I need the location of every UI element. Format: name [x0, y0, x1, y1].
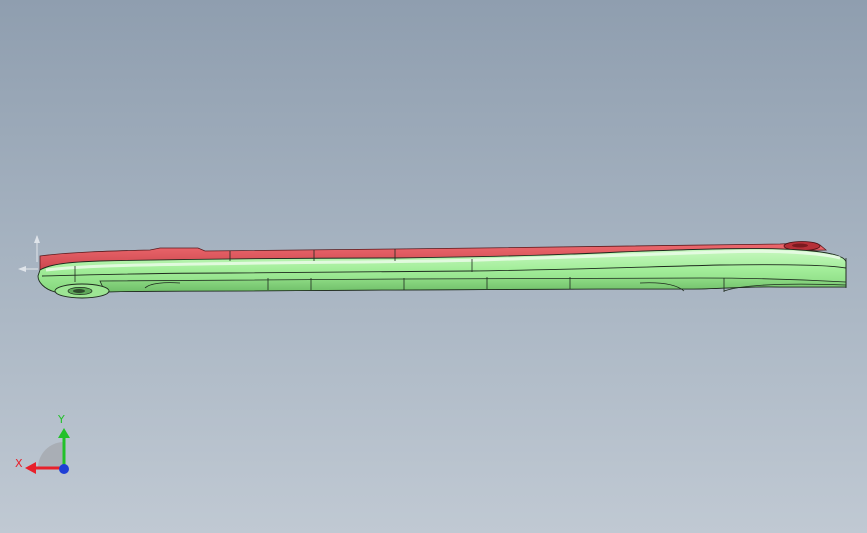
origin-marker-icon: [18, 235, 40, 272]
view-triad[interactable]: Y X: [14, 412, 74, 482]
triad-y-label: Y: [57, 413, 65, 426]
left-boss-inner: [73, 289, 85, 293]
x-axis-arrow-icon: [25, 462, 36, 474]
triad-x-label: X: [15, 457, 23, 470]
right-boss-hole: [792, 243, 808, 248]
graphics-viewport[interactable]: Y X: [0, 0, 867, 533]
triad-plane-icon: [38, 442, 64, 468]
part-model[interactable]: [0, 0, 867, 533]
z-axis-dot-icon: [59, 464, 69, 474]
lower-flange[interactable]: [99, 277, 847, 293]
y-axis-arrow-icon: [58, 428, 70, 438]
